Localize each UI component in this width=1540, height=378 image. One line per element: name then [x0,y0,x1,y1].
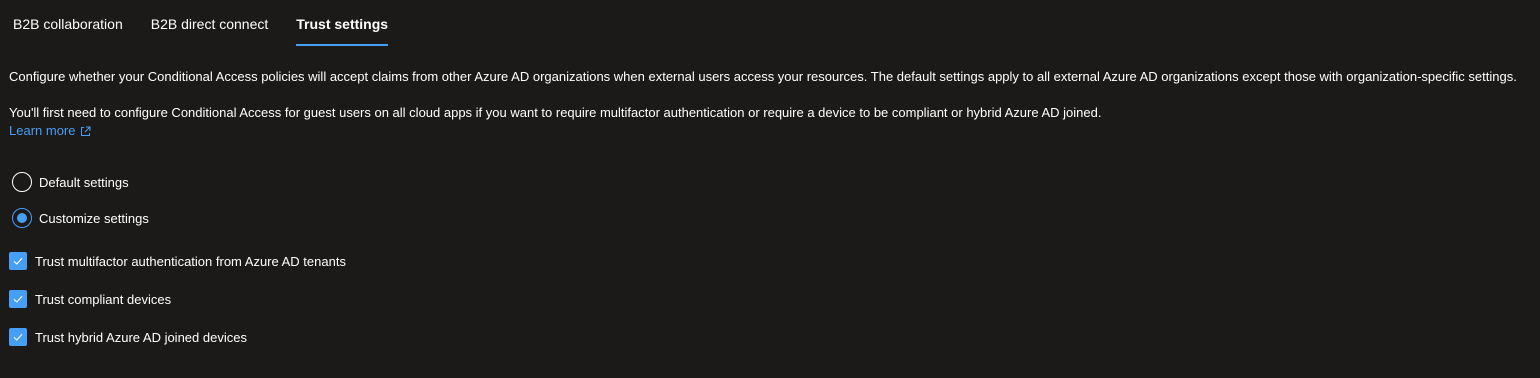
external-link-icon [80,126,91,137]
tab-bar: B2B collaboration B2B direct connect Tru… [0,0,402,48]
conditional-access-note: You'll first need to configure Condition… [9,105,1102,120]
radio-button[interactable] [12,172,32,192]
checkmark-icon [13,295,23,303]
tab-trust-settings[interactable]: Trust settings [282,0,402,48]
learn-more-label: Learn more [9,123,76,138]
checkbox[interactable] [9,290,27,308]
radio-button-selected[interactable] [12,208,32,228]
radio-customize-settings[interactable]: Customize settings [12,208,149,228]
checkbox-label: Trust multifactor authentication from Az… [35,253,346,269]
checkbox-trust-compliant-devices[interactable]: Trust compliant devices [9,290,171,308]
description-text: Configure whether your Conditional Acces… [9,69,1517,84]
tab-b2b-direct-connect[interactable]: B2B direct connect [137,0,283,48]
checkbox-label: Trust hybrid Azure AD joined devices [35,329,247,345]
checkbox[interactable] [9,328,27,346]
checkmark-icon [13,257,23,265]
tab-label: B2B direct connect [150,16,269,32]
checkbox-trust-hybrid-devices[interactable]: Trust hybrid Azure AD joined devices [9,328,247,346]
checkbox[interactable] [9,252,27,270]
radio-default-settings[interactable]: Default settings [12,172,129,192]
tab-label: B2B collaboration [13,16,123,32]
checkbox-label: Trust compliant devices [35,291,172,307]
tab-label: Trust settings [296,16,389,32]
radio-label: Default settings [39,174,129,190]
checkbox-trust-mfa[interactable]: Trust multifactor authentication from Az… [9,252,346,270]
tab-b2b-collaboration[interactable]: B2B collaboration [0,0,137,48]
radio-label: Customize settings [39,210,149,226]
checkmark-icon [13,333,23,341]
learn-more-link[interactable]: Learn more [9,122,91,140]
